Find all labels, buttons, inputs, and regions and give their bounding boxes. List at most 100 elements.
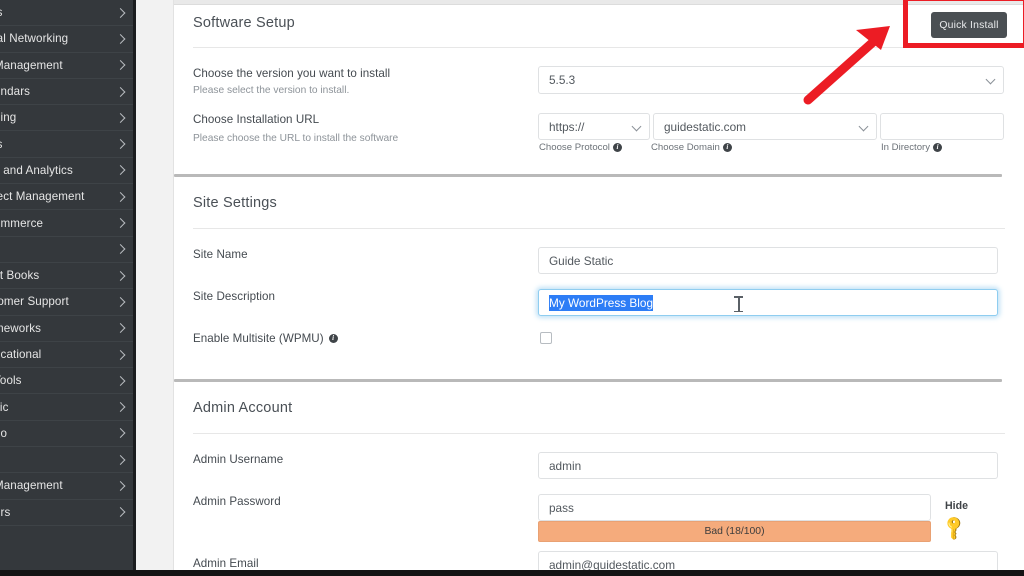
admin-email-label: Admin Email bbox=[193, 557, 259, 570]
chevron-right-icon bbox=[115, 454, 126, 465]
sidebar-item-4[interactable]: endars bbox=[0, 79, 133, 106]
protocol-helper-text: Choose Protocol bbox=[539, 142, 610, 153]
multisite-checkbox[interactable] bbox=[540, 332, 552, 344]
sidebar-item-1[interactable]: is bbox=[0, 0, 133, 27]
site-name-input[interactable]: Guide Static bbox=[538, 247, 998, 274]
quick-install-button[interactable]: Quick Install bbox=[931, 12, 1007, 38]
sidebar-item-label: ning bbox=[0, 111, 17, 125]
section-separator-1 bbox=[174, 174, 1002, 177]
panel-top-bar bbox=[174, 0, 1024, 5]
site-name-value: Guide Static bbox=[549, 253, 614, 268]
domain-value: guidestatic.com bbox=[664, 119, 746, 134]
chevron-right-icon bbox=[115, 375, 126, 386]
info-icon[interactable]: i bbox=[328, 334, 338, 343]
admin-account-divider bbox=[193, 433, 1005, 434]
protocol-select[interactable]: https:// bbox=[538, 113, 650, 140]
chevron-right-icon bbox=[115, 507, 126, 518]
admin-password-value: pass bbox=[549, 500, 574, 515]
chevron-down-icon bbox=[858, 121, 869, 131]
sidebar-item-7[interactable]: s and Analytics bbox=[0, 158, 133, 185]
sidebar-item-label: ject Management bbox=[0, 190, 85, 204]
sidebar-item-label: ers bbox=[0, 505, 11, 519]
info-icon[interactable]: i bbox=[933, 143, 943, 152]
sidebar-item-label: tomer Support bbox=[0, 295, 69, 309]
directory-helper: In Directory i bbox=[881, 142, 943, 153]
chevron-right-icon bbox=[115, 270, 126, 281]
sidebar-item-12[interactable]: tomer Support bbox=[0, 289, 133, 316]
chevron-right-icon bbox=[115, 296, 126, 307]
domain-helper-text: Choose Domain bbox=[651, 142, 720, 153]
sidebar-item-9[interactable]: ommerce bbox=[0, 210, 133, 237]
sidebar-item-13[interactable]: meworks bbox=[0, 316, 133, 342]
multisite-label: Enable Multisite (WPMU) bbox=[193, 332, 324, 345]
admin-account-heading: Admin Account bbox=[193, 400, 293, 416]
sidebar-item-18[interactable] bbox=[0, 447, 133, 474]
chevron-right-icon bbox=[115, 218, 126, 228]
sidebar-item-16[interactable]: sic bbox=[0, 394, 133, 421]
admin-username-input[interactable]: admin bbox=[538, 452, 998, 479]
sidebar-item-label: st Books bbox=[0, 269, 40, 283]
sidebar-item-label: Tools bbox=[0, 374, 22, 388]
installer-panel: Software Setup Choose the version you wa… bbox=[174, 0, 1024, 576]
info-icon[interactable]: i bbox=[612, 143, 622, 152]
sidebar-item-2[interactable]: ial Networking bbox=[0, 26, 133, 53]
chevron-right-icon bbox=[115, 349, 126, 360]
site-description-value: My WordPress Blog bbox=[549, 294, 654, 311]
chevron-down-icon bbox=[985, 74, 996, 85]
chevron-right-icon bbox=[115, 7, 126, 18]
sidebar-item-3[interactable]: Management bbox=[0, 53, 133, 79]
sidebar-item-15[interactable]: Tools bbox=[0, 368, 133, 395]
password-strength-text: Bad (18/100) bbox=[704, 526, 765, 537]
site-settings-divider bbox=[193, 228, 1005, 229]
page-gutter bbox=[136, 0, 174, 576]
install-url-label: Choose Installation URL bbox=[193, 113, 320, 126]
sidebar-item-label: ommerce bbox=[0, 216, 44, 230]
version-label: Choose the version you want to install bbox=[193, 67, 391, 80]
sidebar-item-19[interactable]: Management bbox=[0, 473, 133, 500]
site-settings-heading: Site Settings bbox=[193, 195, 278, 211]
site-description-label: Site Description bbox=[193, 290, 275, 303]
chevron-right-icon bbox=[115, 481, 126, 491]
sidebar-item-label: Management bbox=[0, 58, 63, 72]
sidebar-item-20[interactable]: ers bbox=[0, 500, 133, 526]
chevron-right-icon bbox=[115, 402, 126, 413]
version-value: 5.5.3 bbox=[549, 73, 576, 87]
password-hide-toggle[interactable]: Hide bbox=[945, 500, 968, 512]
sidebar-item-label: endars bbox=[0, 85, 31, 99]
sidebar-item-label: sic bbox=[0, 400, 9, 414]
chevron-right-icon bbox=[115, 112, 126, 123]
sidebar-item-14[interactable]: ucational bbox=[0, 342, 133, 369]
sidebar-item-6[interactable]: ls bbox=[0, 131, 133, 158]
chevron-right-icon bbox=[115, 191, 126, 202]
chevron-down-icon bbox=[631, 121, 642, 131]
sidebar-nav[interactable]: is ial Networking Management endars ning ls s … bbox=[0, 0, 133, 576]
sidebar-item-label: ls bbox=[0, 138, 3, 151]
section-separator-2 bbox=[174, 379, 1002, 382]
version-select[interactable]: 5.5.3 bbox=[538, 66, 1004, 94]
sidebar-item-label: is bbox=[0, 6, 3, 19]
site-name-label: Site Name bbox=[193, 248, 248, 261]
install-url-sublabel: Please choose the URL to install the sof… bbox=[193, 133, 399, 144]
directory-helper-text: In Directory bbox=[881, 142, 931, 153]
chevron-right-icon bbox=[115, 139, 126, 150]
info-icon[interactable]: i bbox=[722, 143, 732, 152]
sidebar-item-10[interactable]: s bbox=[0, 237, 133, 263]
sidebar-item-17[interactable]: eo bbox=[0, 421, 133, 448]
directory-input[interactable] bbox=[880, 113, 1004, 140]
domain-select[interactable]: guidestatic.com bbox=[653, 113, 877, 140]
sidebar-item-label: ial Networking bbox=[0, 32, 69, 46]
chevron-right-icon bbox=[115, 244, 126, 255]
chevron-right-icon bbox=[115, 323, 126, 334]
protocol-helper: Choose Protocol i bbox=[539, 142, 622, 153]
sidebar-item-5[interactable]: ning bbox=[0, 105, 133, 132]
key-icon[interactable]: 🔑 bbox=[940, 513, 969, 542]
sidebar-item-label: s and Analytics bbox=[0, 163, 73, 177]
admin-password-input[interactable]: pass bbox=[538, 494, 931, 521]
site-description-input[interactable]: My WordPress Blog bbox=[538, 289, 998, 316]
software-setup-heading: Software Setup bbox=[193, 15, 295, 31]
sidebar-item-11[interactable]: st Books bbox=[0, 263, 133, 290]
admin-password-label: Admin Password bbox=[193, 495, 281, 508]
chevron-right-icon bbox=[115, 165, 126, 176]
software-setup-divider bbox=[193, 47, 1005, 48]
sidebar-item-8[interactable]: ject Management bbox=[0, 184, 133, 211]
